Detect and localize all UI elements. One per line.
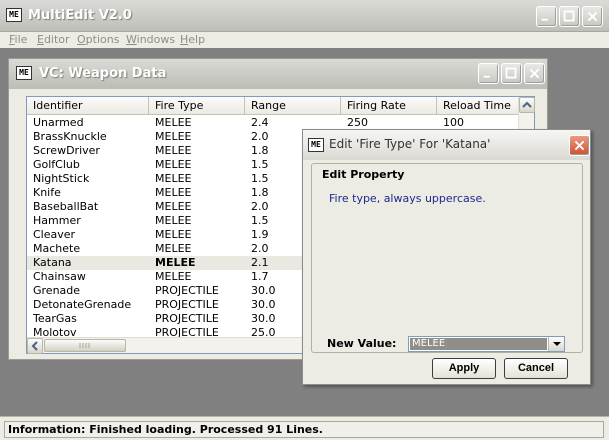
table-cell[interactable]: Knife bbox=[27, 186, 149, 200]
table-cell[interactable]: Hammer bbox=[27, 214, 149, 228]
minimize-icon bbox=[483, 75, 490, 78]
apply-button[interactable]: Apply bbox=[432, 358, 496, 379]
menu-editor[interactable]: Editor bbox=[37, 33, 70, 46]
maximize-icon bbox=[563, 10, 575, 22]
table-row[interactable]: Unarmed MELEE 2.4 250 100 bbox=[27, 116, 519, 130]
dialog-title: Edit 'Fire Type' For 'Katana' bbox=[329, 137, 491, 151]
table-cell[interactable]: MELEE bbox=[149, 242, 245, 256]
dialog-close-button[interactable] bbox=[569, 135, 590, 156]
table-cell[interactable]: Machete bbox=[27, 242, 149, 256]
group-title: Edit Property bbox=[322, 168, 405, 181]
table-cell[interactable]: Katana bbox=[27, 256, 149, 270]
chevron-left-icon bbox=[31, 341, 38, 351]
table-cell[interactable]: PROJECTILE bbox=[149, 284, 245, 298]
table-cell[interactable]: MELEE bbox=[149, 144, 245, 158]
close-icon bbox=[587, 11, 598, 22]
column-header-firing-rate[interactable]: Firing Rate bbox=[341, 97, 437, 115]
close-icon bbox=[574, 140, 585, 151]
table-cell[interactable]: PROJECTILE bbox=[149, 298, 245, 312]
weapon-data-titlebar: ME VC: Weapon Data bbox=[9, 59, 547, 89]
table-cell[interactable]: MELEE bbox=[149, 130, 245, 144]
dialog-app-icon: ME bbox=[308, 138, 324, 152]
table-cell[interactable]: Grenade bbox=[27, 284, 149, 298]
status-bar: Information: Finished loading. Processed… bbox=[0, 416, 609, 440]
main-window-title: MultiEdit V2.0 bbox=[28, 8, 132, 23]
table-cell[interactable]: Cleaver bbox=[27, 228, 149, 242]
column-header-reload-time[interactable]: Reload Time bbox=[437, 97, 519, 115]
edit-fire-type-dialog: ME Edit 'Fire Type' For 'Katana' Edit Pr… bbox=[302, 129, 591, 385]
close-icon bbox=[529, 68, 540, 79]
table-cell[interactable]: MELEE bbox=[149, 228, 245, 242]
table-cell[interactable]: MELEE bbox=[149, 172, 245, 186]
child-minimize-button[interactable] bbox=[478, 63, 499, 84]
table-cell[interactable]: PROJECTILE bbox=[149, 312, 245, 326]
table-cell[interactable]: MELEE bbox=[149, 214, 245, 228]
table-cell[interactable]: NightStick bbox=[27, 172, 149, 186]
table-cell[interactable]: MELEE bbox=[149, 116, 245, 130]
main-close-button[interactable] bbox=[582, 6, 603, 27]
new-value-label: New Value: bbox=[327, 337, 397, 350]
weapon-data-title: VC: Weapon Data bbox=[39, 66, 167, 81]
scroll-left-button[interactable] bbox=[27, 338, 43, 354]
chevron-down-icon bbox=[553, 342, 561, 346]
table-cell[interactable]: 100 bbox=[437, 116, 519, 130]
table-cell[interactable]: 250 bbox=[341, 116, 437, 130]
menu-bar: File Editor Options Windows Help bbox=[0, 32, 609, 48]
column-header-range[interactable]: Range bbox=[245, 97, 341, 115]
table-cell[interactable]: Unarmed bbox=[27, 116, 149, 130]
new-value-selected[interactable]: MELEE bbox=[410, 338, 547, 350]
menu-file[interactable]: File bbox=[9, 33, 27, 46]
table-cell[interactable]: TearGas bbox=[27, 312, 149, 326]
horizontal-scroll-thumb[interactable] bbox=[44, 339, 126, 352]
maximize-icon bbox=[505, 67, 517, 79]
table-cell[interactable]: MELEE bbox=[149, 270, 245, 284]
table-cell[interactable]: BaseballBat bbox=[27, 200, 149, 214]
table-cell[interactable]: DetonateGrenade bbox=[27, 298, 149, 312]
menu-help[interactable]: Help bbox=[180, 33, 205, 46]
menu-windows[interactable]: Windows bbox=[126, 33, 175, 46]
child-close-button[interactable] bbox=[524, 63, 545, 84]
grip-icon bbox=[79, 343, 90, 348]
property-help-text: Fire type, always uppercase. bbox=[329, 192, 486, 205]
dialog-titlebar: ME Edit 'Fire Type' For 'Katana' bbox=[303, 130, 590, 160]
table-cell[interactable]: 2.4 bbox=[245, 116, 341, 130]
table-cell[interactable]: Chainsaw bbox=[27, 270, 149, 284]
app-icon[interactable]: ME bbox=[6, 8, 22, 22]
main-maximize-button[interactable] bbox=[559, 6, 580, 27]
table-cell[interactable]: MELEE bbox=[149, 158, 245, 172]
new-value-combobox[interactable]: MELEE bbox=[408, 336, 565, 352]
cancel-button[interactable]: Cancel bbox=[504, 358, 568, 379]
table-cell[interactable]: GolfClub bbox=[27, 158, 149, 172]
minimize-icon bbox=[541, 18, 548, 21]
scroll-up-button[interactable] bbox=[519, 97, 535, 113]
menu-options[interactable]: Options bbox=[77, 33, 119, 46]
child-app-icon[interactable]: ME bbox=[16, 66, 32, 80]
grid-header: Identifier Fire Type Range Firing Rate R… bbox=[27, 97, 519, 115]
chevron-up-icon bbox=[522, 101, 532, 108]
table-cell[interactable]: MELEE bbox=[149, 200, 245, 214]
status-text: Information: Finished loading. Processed… bbox=[4, 421, 604, 438]
main-titlebar: ME MultiEdit V2.0 bbox=[0, 0, 609, 32]
table-cell[interactable]: ScrewDriver bbox=[27, 144, 149, 158]
column-header-identifier[interactable]: Identifier bbox=[27, 97, 149, 115]
child-maximize-button[interactable] bbox=[501, 63, 522, 84]
table-cell[interactable]: BrassKnuckle bbox=[27, 130, 149, 144]
table-cell[interactable]: MELEE bbox=[149, 186, 245, 200]
main-minimize-button[interactable] bbox=[536, 6, 557, 27]
column-header-fire-type[interactable]: Fire Type bbox=[149, 97, 245, 115]
table-cell[interactable]: MELEE bbox=[149, 256, 245, 270]
edit-property-group: Edit Property Fire type, always uppercas… bbox=[311, 163, 583, 353]
combo-dropdown-button[interactable] bbox=[548, 337, 564, 351]
